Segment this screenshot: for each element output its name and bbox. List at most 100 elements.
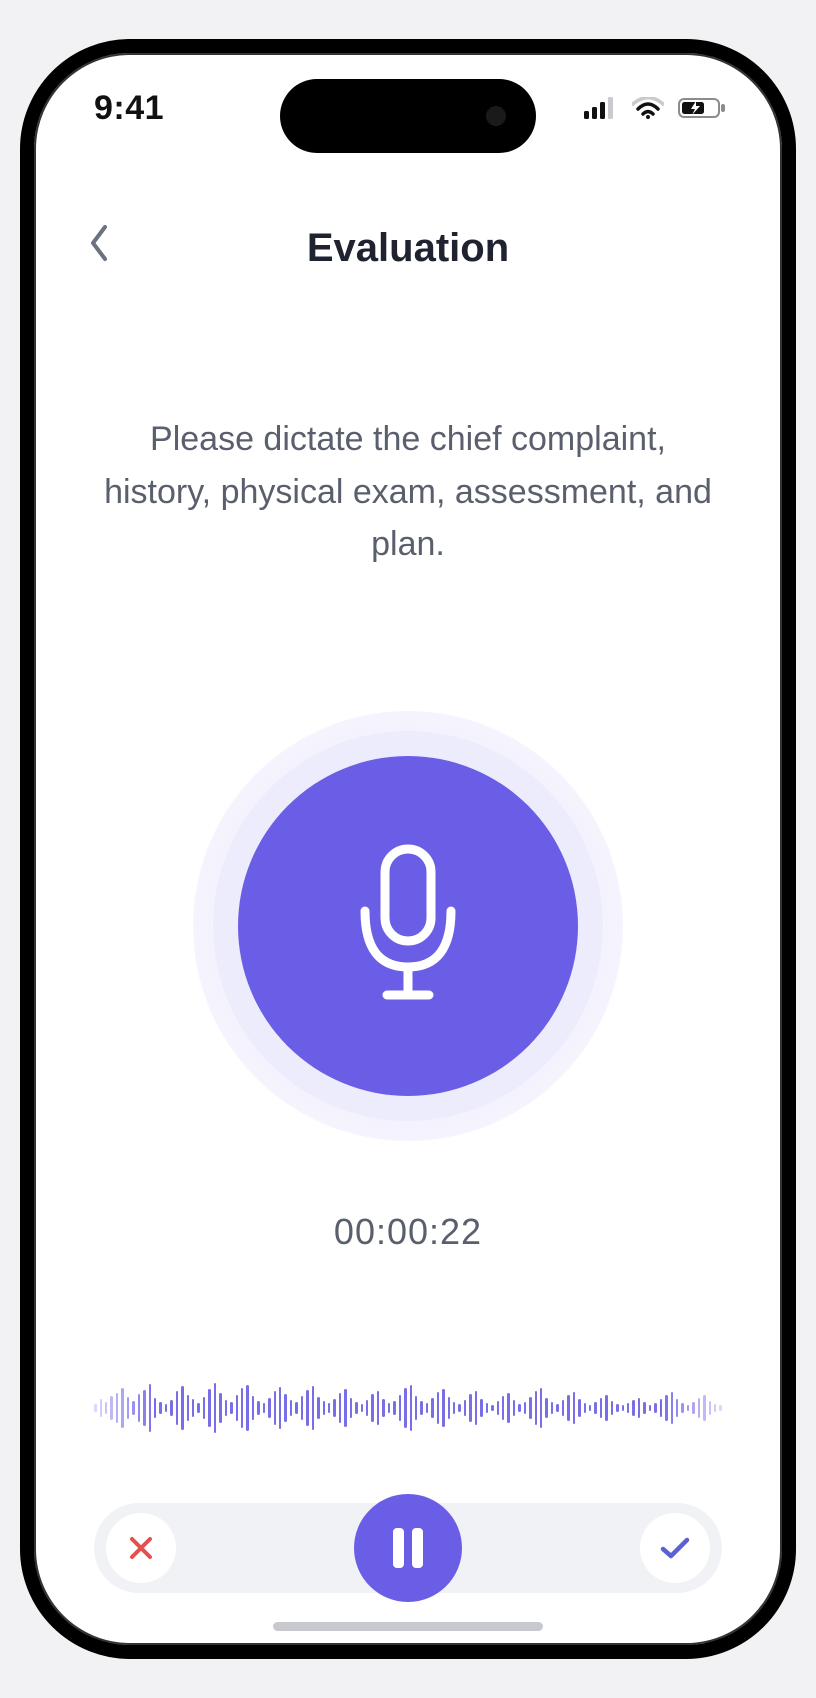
waveform-bar bbox=[187, 1395, 189, 1421]
waveform-bar bbox=[415, 1396, 417, 1420]
waveform-bar bbox=[132, 1401, 134, 1415]
waveform-bar bbox=[333, 1399, 335, 1417]
waveform-bar bbox=[382, 1399, 384, 1417]
waveform-bar bbox=[562, 1400, 564, 1416]
waveform-bar bbox=[350, 1398, 352, 1418]
waveform-bar bbox=[420, 1401, 422, 1415]
waveform-bar bbox=[339, 1393, 341, 1423]
cancel-button[interactable] bbox=[106, 1513, 176, 1583]
waveform-bar bbox=[192, 1399, 194, 1417]
waveform-bar bbox=[497, 1401, 499, 1415]
record-button[interactable] bbox=[238, 756, 578, 1096]
waveform-bar bbox=[709, 1401, 711, 1415]
waveform-bar bbox=[545, 1398, 547, 1418]
battery-icon bbox=[678, 97, 728, 119]
close-icon bbox=[127, 1534, 155, 1562]
cellular-icon bbox=[584, 97, 618, 119]
pause-button[interactable] bbox=[354, 1494, 462, 1602]
waveform-bar bbox=[203, 1397, 205, 1419]
waveform-bar bbox=[502, 1396, 504, 1420]
waveform-bar bbox=[605, 1395, 607, 1421]
waveform-bar bbox=[230, 1402, 232, 1414]
waveform-bar bbox=[671, 1392, 673, 1424]
waveform-bar bbox=[442, 1389, 444, 1427]
waveform-bar bbox=[622, 1405, 624, 1411]
waveform-bar bbox=[274, 1391, 276, 1425]
chevron-left-icon bbox=[87, 223, 111, 263]
waveform-bar bbox=[197, 1403, 199, 1413]
waveform-bar bbox=[698, 1398, 700, 1418]
mic-glow-outer bbox=[193, 711, 623, 1141]
waveform-bar bbox=[165, 1404, 167, 1412]
status-time: 9:41 bbox=[94, 89, 164, 128]
page-title: Evaluation bbox=[307, 226, 509, 271]
waveform-bar bbox=[127, 1397, 129, 1419]
confirm-button[interactable] bbox=[640, 1513, 710, 1583]
waveform-bar bbox=[660, 1399, 662, 1417]
waveform-bar bbox=[649, 1405, 651, 1411]
waveform-bar bbox=[524, 1402, 526, 1414]
waveform-bar bbox=[535, 1391, 537, 1425]
home-indicator[interactable] bbox=[273, 1622, 543, 1631]
recording-timer: 00:00:22 bbox=[34, 1211, 782, 1253]
waveform-bar bbox=[149, 1384, 151, 1432]
waveform-bar bbox=[290, 1400, 292, 1416]
waveform-bar bbox=[170, 1400, 172, 1416]
waveform-bar bbox=[399, 1395, 401, 1421]
waveform-bar bbox=[252, 1396, 254, 1420]
waveform-bar bbox=[355, 1402, 357, 1414]
waveform-bar bbox=[279, 1387, 281, 1429]
waveform-bar bbox=[312, 1386, 314, 1430]
waveform-bar bbox=[263, 1403, 265, 1413]
waveform-bar bbox=[584, 1403, 586, 1413]
waveform-bar bbox=[469, 1394, 471, 1422]
waveform-bar bbox=[214, 1383, 216, 1433]
waveform-bar bbox=[94, 1404, 96, 1412]
waveform bbox=[34, 1373, 782, 1443]
waveform-bar bbox=[246, 1385, 248, 1431]
waveform-bar bbox=[181, 1386, 183, 1430]
waveform-bar bbox=[458, 1404, 460, 1412]
waveform-bar bbox=[388, 1403, 390, 1413]
status-indicators bbox=[584, 97, 728, 119]
microphone-icon bbox=[343, 841, 473, 1011]
waveform-bar bbox=[507, 1393, 509, 1423]
waveform-bar bbox=[611, 1401, 613, 1415]
dynamic-island bbox=[280, 79, 536, 153]
check-icon bbox=[659, 1536, 691, 1560]
waveform-bar bbox=[377, 1391, 379, 1425]
mic-area bbox=[34, 711, 782, 1141]
waveform-bar bbox=[480, 1399, 482, 1417]
waveform-bar bbox=[589, 1405, 591, 1411]
waveform-bar bbox=[556, 1404, 558, 1412]
waveform-bar bbox=[143, 1390, 145, 1426]
phone-frame: 9:41 bbox=[20, 39, 796, 1659]
waveform-bar bbox=[208, 1389, 210, 1427]
waveform-bar bbox=[681, 1403, 683, 1413]
waveform-bar bbox=[616, 1404, 618, 1412]
waveform-bar bbox=[513, 1400, 515, 1416]
controls-area bbox=[34, 1503, 782, 1593]
screen: Evaluation Please dictate the chief comp… bbox=[34, 53, 782, 1645]
waveform-bar bbox=[687, 1405, 689, 1411]
waveform-bar bbox=[393, 1401, 395, 1415]
waveform-bar bbox=[486, 1403, 488, 1413]
waveform-bar bbox=[719, 1405, 721, 1411]
waveform-bar bbox=[344, 1389, 346, 1427]
waveform-bar bbox=[154, 1398, 156, 1418]
back-button[interactable] bbox=[74, 218, 124, 268]
waveform-bar bbox=[578, 1399, 580, 1417]
waveform-bar bbox=[676, 1399, 678, 1417]
waveform-bar bbox=[219, 1393, 221, 1423]
waveform-bar bbox=[138, 1394, 140, 1422]
waveform-bar bbox=[100, 1399, 102, 1417]
waveform-bar bbox=[323, 1401, 325, 1415]
waveform-bar bbox=[529, 1397, 531, 1419]
waveform-bar bbox=[600, 1398, 602, 1418]
control-bar bbox=[94, 1503, 722, 1593]
pause-icon bbox=[388, 1526, 428, 1570]
waveform-bar bbox=[551, 1402, 553, 1414]
waveform-bar bbox=[567, 1395, 569, 1421]
waveform-bar bbox=[105, 1402, 107, 1414]
waveform-bar bbox=[410, 1385, 412, 1431]
